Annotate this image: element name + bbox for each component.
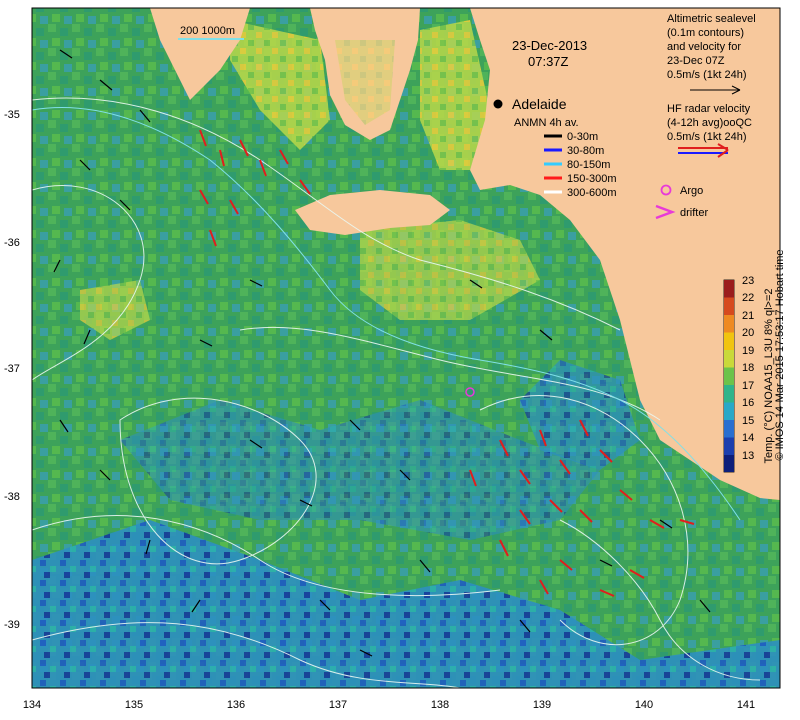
colorbar-tick: 18 [742,362,754,374]
colorbar-swatch-0 [724,280,734,298]
anmn-label-2: 80-150m [567,159,610,171]
colorbar-tick: 20 [742,327,754,339]
colorbar-tick: 22 [742,292,754,304]
colorbar-tick: 19 [742,345,754,357]
colorbar-tick: 23 [742,275,754,287]
colorbar-tick: 14 [742,432,754,444]
anmn-legend-title: ANMN 4h av. [514,117,579,129]
colorbar-tick: 16 [742,397,754,409]
x-tick-label: 140 [635,699,653,711]
hf-radar-line-2: 0.5m/s (1kt 24h) [667,131,746,143]
anmn-label-1: 30-80m [567,145,604,157]
map-time: 07:37Z [528,54,569,69]
colorbar-swatch-10 [724,455,734,472]
y-tick-label: -36 [4,237,20,249]
hf-radar-line-0: HF radar velocity [667,103,751,115]
colorbar-swatch-2 [724,315,734,333]
drifter-label: drifter [680,207,708,219]
colorbar-swatch-9 [724,437,734,455]
colorbar-tick: 15 [742,415,754,427]
sst-map: 200 1000m 23-Dec-2013 07:37Z Adelaide AN… [4,7,781,711]
scale-bar-text: 200 1000m [180,25,235,37]
x-tick-label: 141 [737,699,755,711]
colorbar-tick: 21 [742,310,754,322]
x-tick-label: 137 [329,699,347,711]
y-tick-label: -35 [4,109,20,121]
adelaide-marker [493,99,503,109]
colorbar-swatch-6 [724,385,734,403]
credit-text: © IMOS 14-Mar-2015 17:53:17 Hobart time [774,249,786,461]
y-tick-label: -39 [4,619,20,631]
y-tick-label: -37 [4,363,20,375]
altimetry-line-0: Altimetric sealevel [667,13,756,25]
x-tick-label: 135 [125,699,143,711]
scale-bar: 200 1000m [178,25,244,40]
x-tick-label: 134 [23,699,41,711]
colorbar-swatch-7 [724,402,734,420]
x-tick-label: 138 [431,699,449,711]
anmn-label-4: 300-600m [567,187,617,199]
colorbar-swatch-8 [724,420,734,438]
colorbar-tick: 13 [742,450,754,462]
map-date: 23-Dec-2013 [512,38,587,53]
anmn-label-3: 150-300m [567,173,617,185]
altimetry-line-4: 0.5m/s (1kt 24h) [667,69,746,81]
altimetry-line-2: and velocity for [667,41,741,53]
colorbar-tick: 17 [742,380,754,392]
city-label: Adelaide [512,96,567,112]
altimetry-line-3: 23-Dec 07Z [667,55,725,67]
altimetry-line-1: (0.1m contours) [667,27,744,39]
x-tick-label: 139 [533,699,551,711]
x-tick-label: 136 [227,699,245,711]
colorbar-swatch-4 [724,350,734,368]
anmn-label-0: 0-30m [567,131,598,143]
colorbar-swatch-5 [724,367,734,385]
colorbar-swatch-3 [724,332,734,350]
colorbar-swatch-1 [724,297,734,315]
argo-label: Argo [680,185,703,197]
x-axis: 134 135 136 137 138 139 140 141 [23,699,755,711]
y-axis: -35 -36 -37 -38 -39 [4,109,20,631]
hf-radar-line-1: (4-12h avg)ooQC [667,117,752,129]
y-tick-label: -38 [4,491,20,503]
